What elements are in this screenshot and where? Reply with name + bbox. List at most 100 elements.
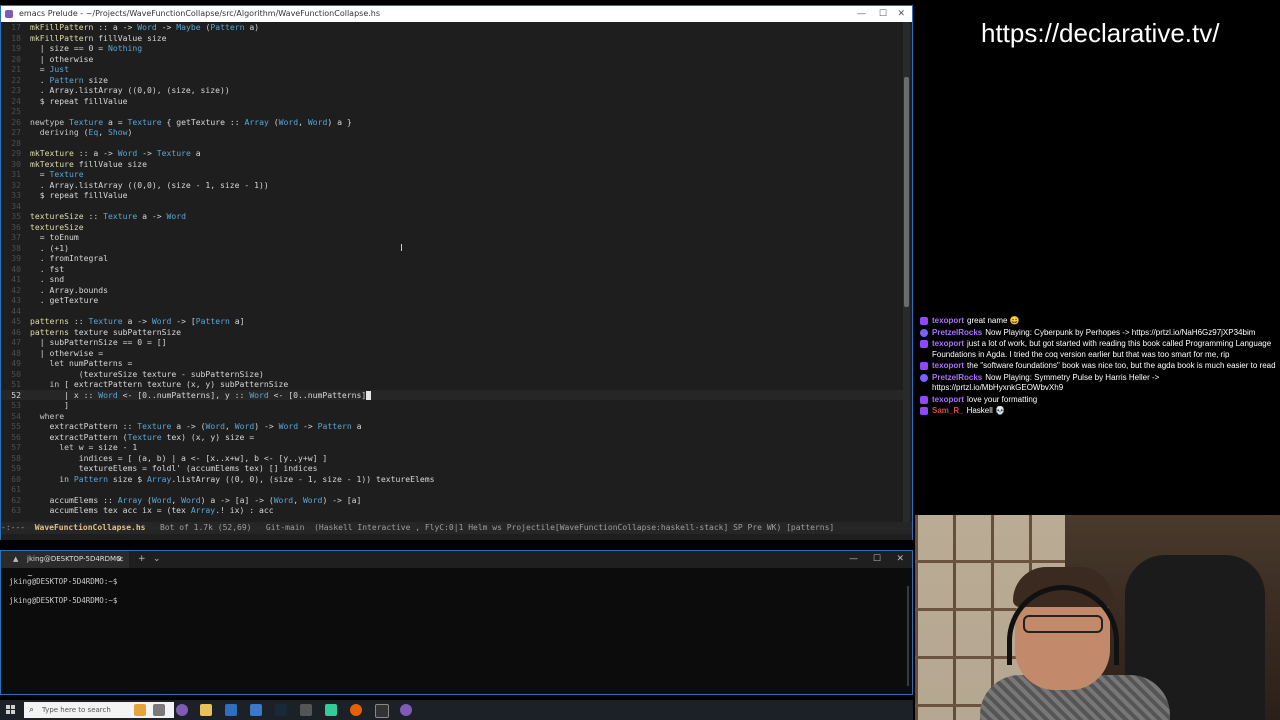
- chat-badge-icon: [920, 362, 928, 370]
- code-line[interactable]: 54 where: [1, 411, 903, 422]
- code-line[interactable]: 60 in Pattern size $ Array.listArray ((0…: [1, 474, 903, 485]
- dropdown-chevron-icon[interactable]: ⌄: [153, 551, 161, 568]
- emacs-taskbar-icon-2[interactable]: [400, 704, 412, 716]
- close-icon[interactable]: ✕: [897, 6, 905, 22]
- terminal-taskbar-icon[interactable]: [375, 704, 389, 718]
- code-token: ->: [137, 148, 157, 158]
- code-line[interactable]: 24 $ repeat fillValue: [1, 96, 903, 107]
- code-line[interactable]: 43 . getTexture: [1, 295, 903, 306]
- code-line[interactable]: 29 mkTexture :: a -> Word -> Texture a: [1, 148, 903, 159]
- line-number: 29: [11, 148, 21, 158]
- emacs-scrollbar[interactable]: [903, 22, 910, 522]
- code-line[interactable]: 26 newtype Texture a = Texture { getTextu…: [1, 117, 903, 128]
- code-line[interactable]: 37 = toEnum: [1, 232, 903, 243]
- app-icon-1[interactable]: [134, 704, 146, 716]
- code-token: Word: [234, 421, 255, 431]
- code-line[interactable]: 63 accumElems tex acc ix = (tex Array.! …: [1, 505, 903, 516]
- code-token: Word: [249, 389, 269, 400]
- code-line[interactable]: 28: [1, 138, 903, 149]
- terminal-minimize-icon[interactable]: —: [849, 551, 858, 568]
- code-line[interactable]: 55 extractPattern :: Texture a -> (Word,…: [1, 421, 903, 432]
- line-number: 30: [11, 158, 21, 169]
- code-line[interactable]: 25: [1, 106, 903, 117]
- code-token: Nothing: [107, 43, 143, 53]
- terminal-prompt-line: jking@DESKTOP-5D4RDMO:~$: [9, 596, 118, 605]
- code-token: [ extractPattern texture (x, y) subPatte…: [59, 379, 289, 389]
- app-icon-9[interactable]: [325, 704, 337, 716]
- emacs-scroll-thumb[interactable]: [904, 77, 909, 307]
- code-line[interactable]: 61: [1, 484, 903, 495]
- code-line[interactable]: 58 indices = [ (a, b) | a <- [x..x+w], b…: [1, 453, 903, 464]
- modeline-filename: WaveFunctionCollapse.hs: [34, 523, 146, 532]
- code-line[interactable]: 50 (textureSize texture - subPatternSize…: [1, 369, 903, 380]
- code-line[interactable]: 53 ]: [1, 400, 903, 411]
- code-line[interactable]: 33 $ repeat fillValue: [1, 190, 903, 201]
- code-line[interactable]: 32 . Array.listArray ((0,0), (size - 1, …: [1, 180, 903, 191]
- code-line[interactable]: 17 mkFillPattern :: a -> Word -> Maybe (P…: [1, 22, 903, 33]
- code-line[interactable]: 62 accumElems :: Array (Word, Word) a ->…: [1, 495, 903, 506]
- code-line[interactable]: 30 mkTexture fillValue size: [1, 159, 903, 170]
- windows-start-icon[interactable]: [6, 705, 16, 715]
- file-explorer-icon[interactable]: [200, 704, 212, 716]
- emacs-taskbar-icon[interactable]: [176, 704, 188, 716]
- app-icon-8[interactable]: [300, 704, 312, 716]
- app-icon-5[interactable]: [225, 704, 237, 716]
- line-number: 24: [11, 95, 21, 106]
- terminal-close-icon[interactable]: ✕: [896, 551, 904, 568]
- code-line[interactable]: 47 | subPatternSize == 0 = []: [1, 337, 903, 348]
- mail-icon[interactable]: [250, 704, 262, 716]
- code-editor[interactable]: 17 mkFillPattern :: a -> Word -> Maybe (P…: [1, 22, 903, 522]
- code-line[interactable]: 57 let w = size - 1: [1, 442, 903, 453]
- code-line[interactable]: 49 let numPatterns =: [1, 358, 903, 369]
- maximize-icon[interactable]: ☐: [879, 6, 887, 22]
- emacs-title-bar[interactable]: emacs Prelude - ~/Projects/WaveFunctionC…: [1, 6, 912, 22]
- code-line[interactable]: 42 . Array.bounds: [1, 285, 903, 296]
- steam-icon[interactable]: [275, 704, 287, 716]
- code-line[interactable]: 46 patterns texture subPatternSize: [1, 327, 903, 338]
- firefox-icon[interactable]: [350, 704, 362, 716]
- code-line[interactable]: 23 . Array.listArray ((0,0), (size, size…: [1, 85, 903, 96]
- emacs-window[interactable]: emacs Prelude - ~/Projects/WaveFunctionC…: [0, 5, 913, 540]
- code-line[interactable]: 38 . (+1): [1, 243, 903, 254]
- code-line[interactable]: 34: [1, 201, 903, 212]
- code-line[interactable]: 59 textureElems = foldl' (accumElems tex…: [1, 463, 903, 474]
- app-icon-2[interactable]: [153, 704, 165, 716]
- terminal-window[interactable]: ▲ jking@DESKTOP-5D4RDMO: ~ ✕ + ⌄ — ☐ ✕ j…: [0, 550, 913, 695]
- code-line[interactable]: 45 patterns :: Texture a -> Word -> [Patt…: [1, 316, 903, 327]
- code-line[interactable]: 36 textureSize: [1, 222, 903, 233]
- chat-panel: texoport great name 😄 PretzelRocks Now Play…: [920, 316, 1276, 418]
- terminal-tab[interactable]: ▲ jking@DESKTOP-5D4RDMO: ~ ✕: [1, 551, 129, 580]
- terminal-scrollbar[interactable]: [907, 586, 909, 686]
- taskbar-search-input[interactable]: ⌕ Type here to search: [24, 702, 174, 718]
- code-token: let: [59, 442, 74, 452]
- code-line[interactable]: 51 in [ extractPattern texture (x, y) su…: [1, 379, 903, 390]
- minibuffer[interactable]: [1, 534, 912, 540]
- code-token: Texture: [88, 316, 123, 326]
- code-line[interactable]: 21 = Just: [1, 64, 903, 75]
- terminal-output[interactable]: jking@DESKTOP-5D4RDMO:~$ jking@DESKTOP-5…: [1, 568, 912, 614]
- code-line[interactable]: 31 = Texture: [1, 169, 903, 180]
- code-line[interactable]: 41 . snd: [1, 274, 903, 285]
- code-token: in: [49, 379, 60, 389]
- code-token: ,: [298, 116, 308, 127]
- terminal-maximize-icon[interactable]: ☐: [873, 551, 881, 568]
- code-line[interactable]: 27 deriving (Eq, Show): [1, 127, 903, 138]
- code-line[interactable]: 39 . fromIntegral: [1, 253, 903, 264]
- search-icon: ⌕: [29, 705, 35, 715]
- code-line[interactable]: 22 . Pattern size: [1, 75, 903, 86]
- tab-close-icon[interactable]: ✕: [116, 551, 123, 568]
- code-line[interactable]: 18 mkFillPattern fillValue size: [1, 33, 903, 44]
- code-line[interactable]: 35 textureSize :: Texture a -> Word: [1, 211, 903, 222]
- chat-username: PretzelRocks: [932, 327, 983, 337]
- code-line[interactable]: 48 | otherwise =: [1, 348, 903, 359]
- current-code-line[interactable]: 52 | x :: Word <- [0..numPatterns], y ::…: [1, 389, 903, 400]
- code-line[interactable]: 40 . fst: [1, 264, 903, 275]
- code-line[interactable]: 20 | otherwise: [1, 54, 903, 65]
- code-line[interactable]: 19 | size == 0 = Nothing: [1, 43, 903, 54]
- new-tab-icon[interactable]: +: [138, 551, 146, 568]
- terminal-prompt-line: jking@DESKTOP-5D4RDMO:~$: [9, 577, 118, 586]
- minimize-icon[interactable]: —: [857, 6, 866, 22]
- code-line[interactable]: 44: [1, 306, 903, 317]
- code-line[interactable]: 56 extractPattern (Texture tex) (x, y) s…: [1, 432, 903, 443]
